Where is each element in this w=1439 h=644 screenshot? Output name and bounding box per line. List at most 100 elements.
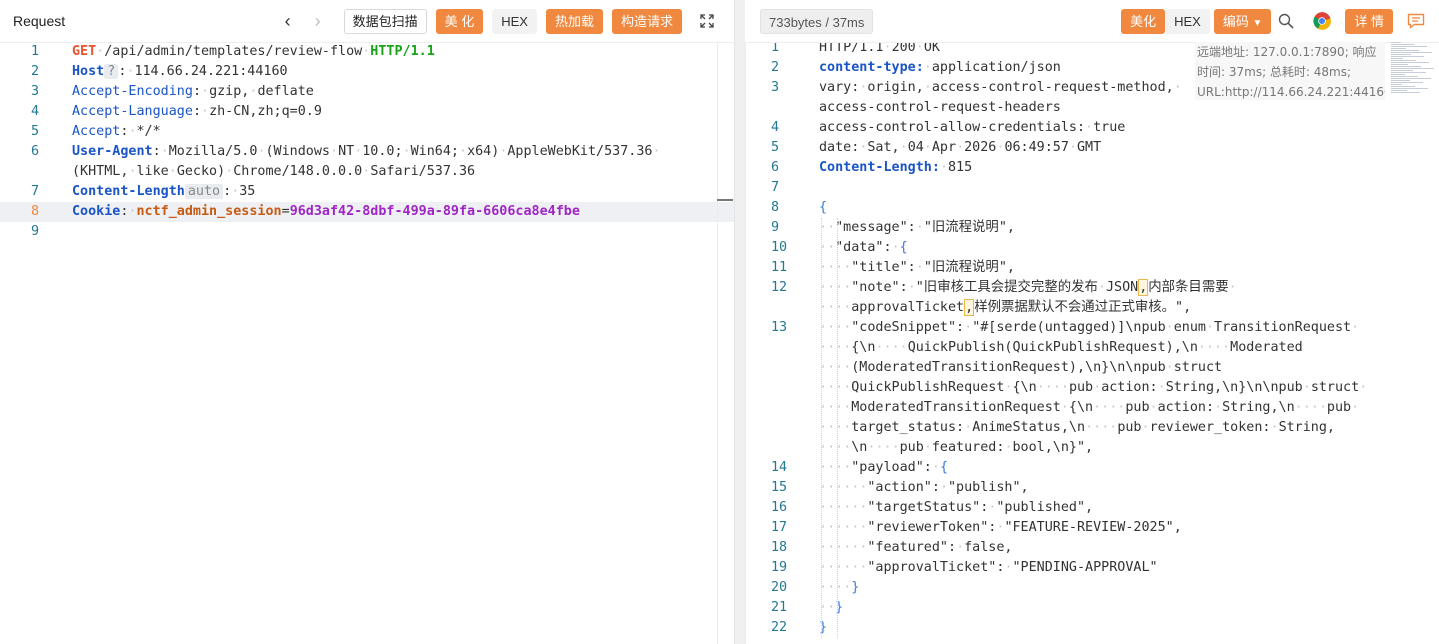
code-line[interactable]: ····(ModeratedTransitionRequest),\n}\n\n… [745,358,1439,378]
code-line[interactable]: 3 Accept-Encoding:·gzip,·deflate [0,82,734,102]
forward-arrow-icon[interactable]: › [306,11,330,31]
expand-icon[interactable] [696,10,718,32]
request-scrollbar[interactable] [717,43,733,644]
minimap-line [1391,78,1431,79]
code-line[interactable]: 6 User-Agent:·Mozilla/5.0·(Windows·NT·10.… [0,142,734,162]
line-text: Accept-Encoding:·gzip,·deflate [72,82,314,102]
line-text: Content-Length:·815 [819,158,972,178]
code-line[interactable]: 6 Content-Length:·815 [745,158,1439,178]
line-number: 4 [771,120,780,135]
code-line[interactable]: 18 ······"featured":·false, [745,538,1439,558]
code-line[interactable]: 4 Accept-Language:·zh-CN,zh;q=0.9 [0,102,734,122]
line-text: ····target_status:·AnimeStatus,\n····pub… [819,418,1335,438]
code-token: Host [72,64,105,79]
minimap-line [1391,62,1429,63]
code-line[interactable]: 7 Content-Length auto:·35 [0,182,734,202]
line-text: (KHTML,·like·Gecko)·Chrome/148.0.0.0·Saf… [72,162,475,182]
line-text: Cookie:·nctf_admin_session=96d3af42-8dbf… [72,202,580,222]
line-number: 12 [771,280,788,295]
code-line[interactable]: 15 ······"action":·"publish", [745,478,1439,498]
code-token: ····{\n····QuickPublish(QuickPublishRequ… [819,340,1303,355]
code-token: ·815 [939,160,973,175]
code-line[interactable]: 7 [745,178,1439,198]
code-line[interactable]: 4 access-control-allow-credentials:·true [745,118,1439,138]
code-token: access-control-allow-credentials:·true [819,120,1126,135]
line-text: { [819,198,827,218]
code-line[interactable]: 21 ··} [745,598,1439,618]
code-token: 96d3af42-8dbf-499a-89fa-6606ca8e4fbe [289,204,580,219]
code-line[interactable]: 14 ····"payload":·{ [745,458,1439,478]
response-info-tooltip: 远端地址: 127.0.0.1:7890; 响应时间: 37ms; 总耗时: 4… [1195,42,1385,100]
line-text: Accept-Language:·zh-CN,zh;q=0.9 [72,102,322,122]
code-line[interactable]: ····\n····pub·featured:·bool,\n}", [745,438,1439,458]
back-arrow-icon[interactable]: ‹ [276,11,300,31]
code-token: date:·Sat,·04·Apr·2026·06:49:57·GMT [819,140,1102,155]
line-text: content-type:·application/json [819,58,1061,78]
chrome-icon[interactable] [1311,10,1333,32]
response-editor[interactable]: 1 HTTP/1.1·200·OK 2 content-type:·applicati… [745,43,1439,644]
code-token: User-Agent [72,144,153,159]
code-line[interactable]: ····{\n····QuickPublish(QuickPublishRequ… [745,338,1439,358]
code-line[interactable]: access-control-request-headers [745,98,1439,118]
code-line[interactable]: ····QuickPublishRequest·{\n····pub·actio… [745,378,1439,398]
code-line[interactable]: 17 ······"reviewerToken":·"FEATURE-REVIEW… [745,518,1439,538]
code-line[interactable]: ····ModeratedTransitionRequest·{\n····pu… [745,398,1439,418]
hot-reload-button[interactable]: 热加载 [545,8,603,34]
code-token: ·/api/admin/templates/review-flow· [96,44,371,59]
code-line[interactable]: 10 ··"data":·{ [745,238,1439,258]
code-line[interactable]: (KHTML,·like·Gecko)·Chrome/148.0.0.0·Saf… [0,162,734,182]
build-request-button[interactable]: 构造请求 [611,8,682,34]
code-line[interactable]: ····target_status:·AnimeStatus,\n····pub… [745,418,1439,438]
line-number: 2 [31,64,40,79]
response-beautify-button[interactable]: 美化 [1121,8,1166,34]
code-line[interactable]: 5 date:·Sat,·04·Apr·2026·06:49:57·GMT [745,138,1439,158]
line-number: 6 [771,160,780,175]
response-minimap[interactable] [1391,42,1437,98]
code-token: , [964,299,975,316]
minimap-line [1391,54,1411,55]
minimap-line [1391,66,1421,67]
indent-guide [821,218,822,638]
response-hex-button[interactable]: HEX [1165,8,1210,34]
packet-scan-button[interactable]: 数据包扫描 [343,8,427,34]
code-line[interactable]: 8{ [745,198,1439,218]
code-line[interactable]: 1 GET·/api/admin/templates/review-flow·HT… [0,43,734,62]
code-line[interactable]: 11 ····"title":·"旧流程说明", [745,258,1439,278]
line-text: Accept:·*/* [72,122,161,142]
line-number: 22 [771,620,788,635]
code-line[interactable]: 16 ······"targetStatus":·"published", [745,498,1439,518]
request-hex-button[interactable]: HEX [492,8,537,34]
request-beautify-button[interactable]: 美 化 [435,8,484,34]
code-line[interactable]: 9 [0,222,734,242]
code-line[interactable]: 8 Cookie:·nctf_admin_session=96d3af42-8db… [0,202,734,222]
code-token: HTTP/1.1·200·OK [819,43,940,55]
code-token: :·114.66.24.221:44160 [118,64,288,79]
indent-guides [819,218,849,638]
request-scroll-marker [717,199,733,201]
code-token: ······"action":·"publish", [819,480,1029,495]
code-token: ······"targetStatus":·"published", [819,500,1094,515]
code-line[interactable]: 12 ····"note":·"旧审核工具会提交完整的发布·JSON,内部条目需要… [745,278,1439,298]
panel-divider[interactable] [735,0,745,644]
code-line[interactable]: 2 Host?:·114.66.24.221:44160 [0,62,734,82]
details-button[interactable]: 详 情 [1345,8,1393,34]
code-line[interactable]: 20 ····} [745,578,1439,598]
code-token: 内部条目需要· [1148,280,1237,295]
code-line[interactable]: 5 Accept:·*/* [0,122,734,142]
code-token: { [899,240,908,255]
code-token: :·gzip,·deflate [192,84,314,99]
code-line[interactable]: ····approvalTicket,样例票据默认不会通过正式审核。", [745,298,1439,318]
code-line[interactable]: 22} [745,618,1439,638]
comment-icon[interactable] [1405,10,1427,32]
response-size-badge: 733bytes / 37ms [760,8,874,34]
code-line[interactable]: 9 ··"message":·"旧流程说明", [745,218,1439,238]
minimap-line [1391,68,1434,69]
encoding-dropdown[interactable]: 编码 ▼ [1213,8,1272,34]
code-line[interactable]: 19 ······"approvalTicket":·"PENDING-APPRO… [745,558,1439,578]
request-panel: Request ‹ › 数据包扫描 美 化 HEX 热加载 构造请求 1 GET·… [0,0,735,644]
search-icon[interactable] [1275,10,1297,32]
request-editor[interactable]: 1 GET·/api/admin/templates/review-flow·HT… [0,43,734,644]
code-line[interactable]: 13 ····"codeSnippet":·"#[serde(untagged)]… [745,318,1439,338]
chevron-down-icon: ▼ [1252,17,1263,29]
line-number: 4 [31,104,40,119]
